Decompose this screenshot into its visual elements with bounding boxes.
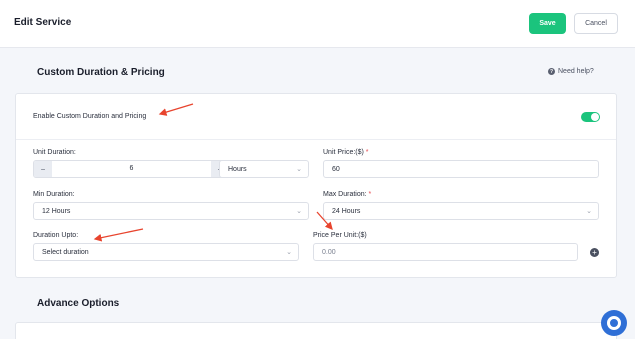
duration-unit-select[interactable]: Hours ⌄ [219, 160, 309, 178]
custom-duration-section-title: Custom Duration & Pricing [37, 67, 165, 78]
advance-options-section-title: Advance Options [37, 298, 120, 309]
chevron-down-icon: ⌄ [286, 249, 292, 256]
unit-duration-stepper[interactable]: − 6 + [33, 160, 230, 178]
max-duration-label: Max Duration: * [323, 191, 372, 198]
required-marker: * [368, 191, 372, 198]
enable-custom-duration-toggle[interactable] [581, 112, 600, 122]
support-chat-button[interactable] [601, 310, 627, 336]
duration-upto-select[interactable]: Select duration ⌄ [33, 243, 299, 261]
chevron-down-icon: ⌄ [586, 208, 592, 215]
cancel-button[interactable]: Cancel [574, 13, 618, 34]
min-duration-label: Min Duration: [33, 191, 75, 198]
max-duration-value: 24 Hours [332, 207, 361, 215]
chevron-down-icon: ⌄ [296, 208, 302, 215]
unit-duration-value[interactable]: 6 [52, 165, 211, 172]
price-per-unit-label: Price Per Unit:($) [313, 232, 367, 239]
required-marker: * [365, 149, 369, 156]
min-duration-select[interactable]: 12 Hours ⌄ [33, 202, 309, 220]
divider [16, 139, 616, 140]
price-per-unit-input[interactable]: 0.00 [313, 243, 578, 261]
decrement-button[interactable]: − [34, 161, 52, 177]
lifebuoy-icon [607, 316, 621, 330]
custom-duration-card: Enable Custom Duration and Pricing Unit … [15, 93, 617, 278]
max-duration-select[interactable]: 24 Hours ⌄ [323, 202, 599, 220]
help-icon: ? [548, 68, 555, 75]
toggle-knob [591, 113, 599, 121]
duration-upto-value: Select duration [42, 248, 89, 256]
chevron-down-icon: ⌄ [296, 166, 302, 173]
save-button[interactable]: Save [529, 13, 566, 34]
unit-price-input[interactable]: 60 [323, 160, 599, 178]
duration-upto-label: Duration Upto: [33, 232, 79, 239]
enable-custom-duration-label: Enable Custom Duration and Pricing [33, 113, 147, 120]
duration-unit-value: Hours [228, 165, 247, 173]
advance-options-card [15, 322, 617, 339]
top-header: Edit Service Save Cancel [0, 0, 635, 48]
min-duration-value: 12 Hours [42, 207, 71, 215]
need-help-label: Need help? [558, 68, 594, 75]
add-price-row-button[interactable]: + [590, 248, 599, 257]
page-title: Edit Service [14, 17, 72, 28]
unit-price-label: Unit Price:($) * [323, 149, 369, 156]
unit-duration-label: Unit Duration: [33, 149, 76, 156]
need-help-link[interactable]: ? Need help? [548, 68, 594, 75]
